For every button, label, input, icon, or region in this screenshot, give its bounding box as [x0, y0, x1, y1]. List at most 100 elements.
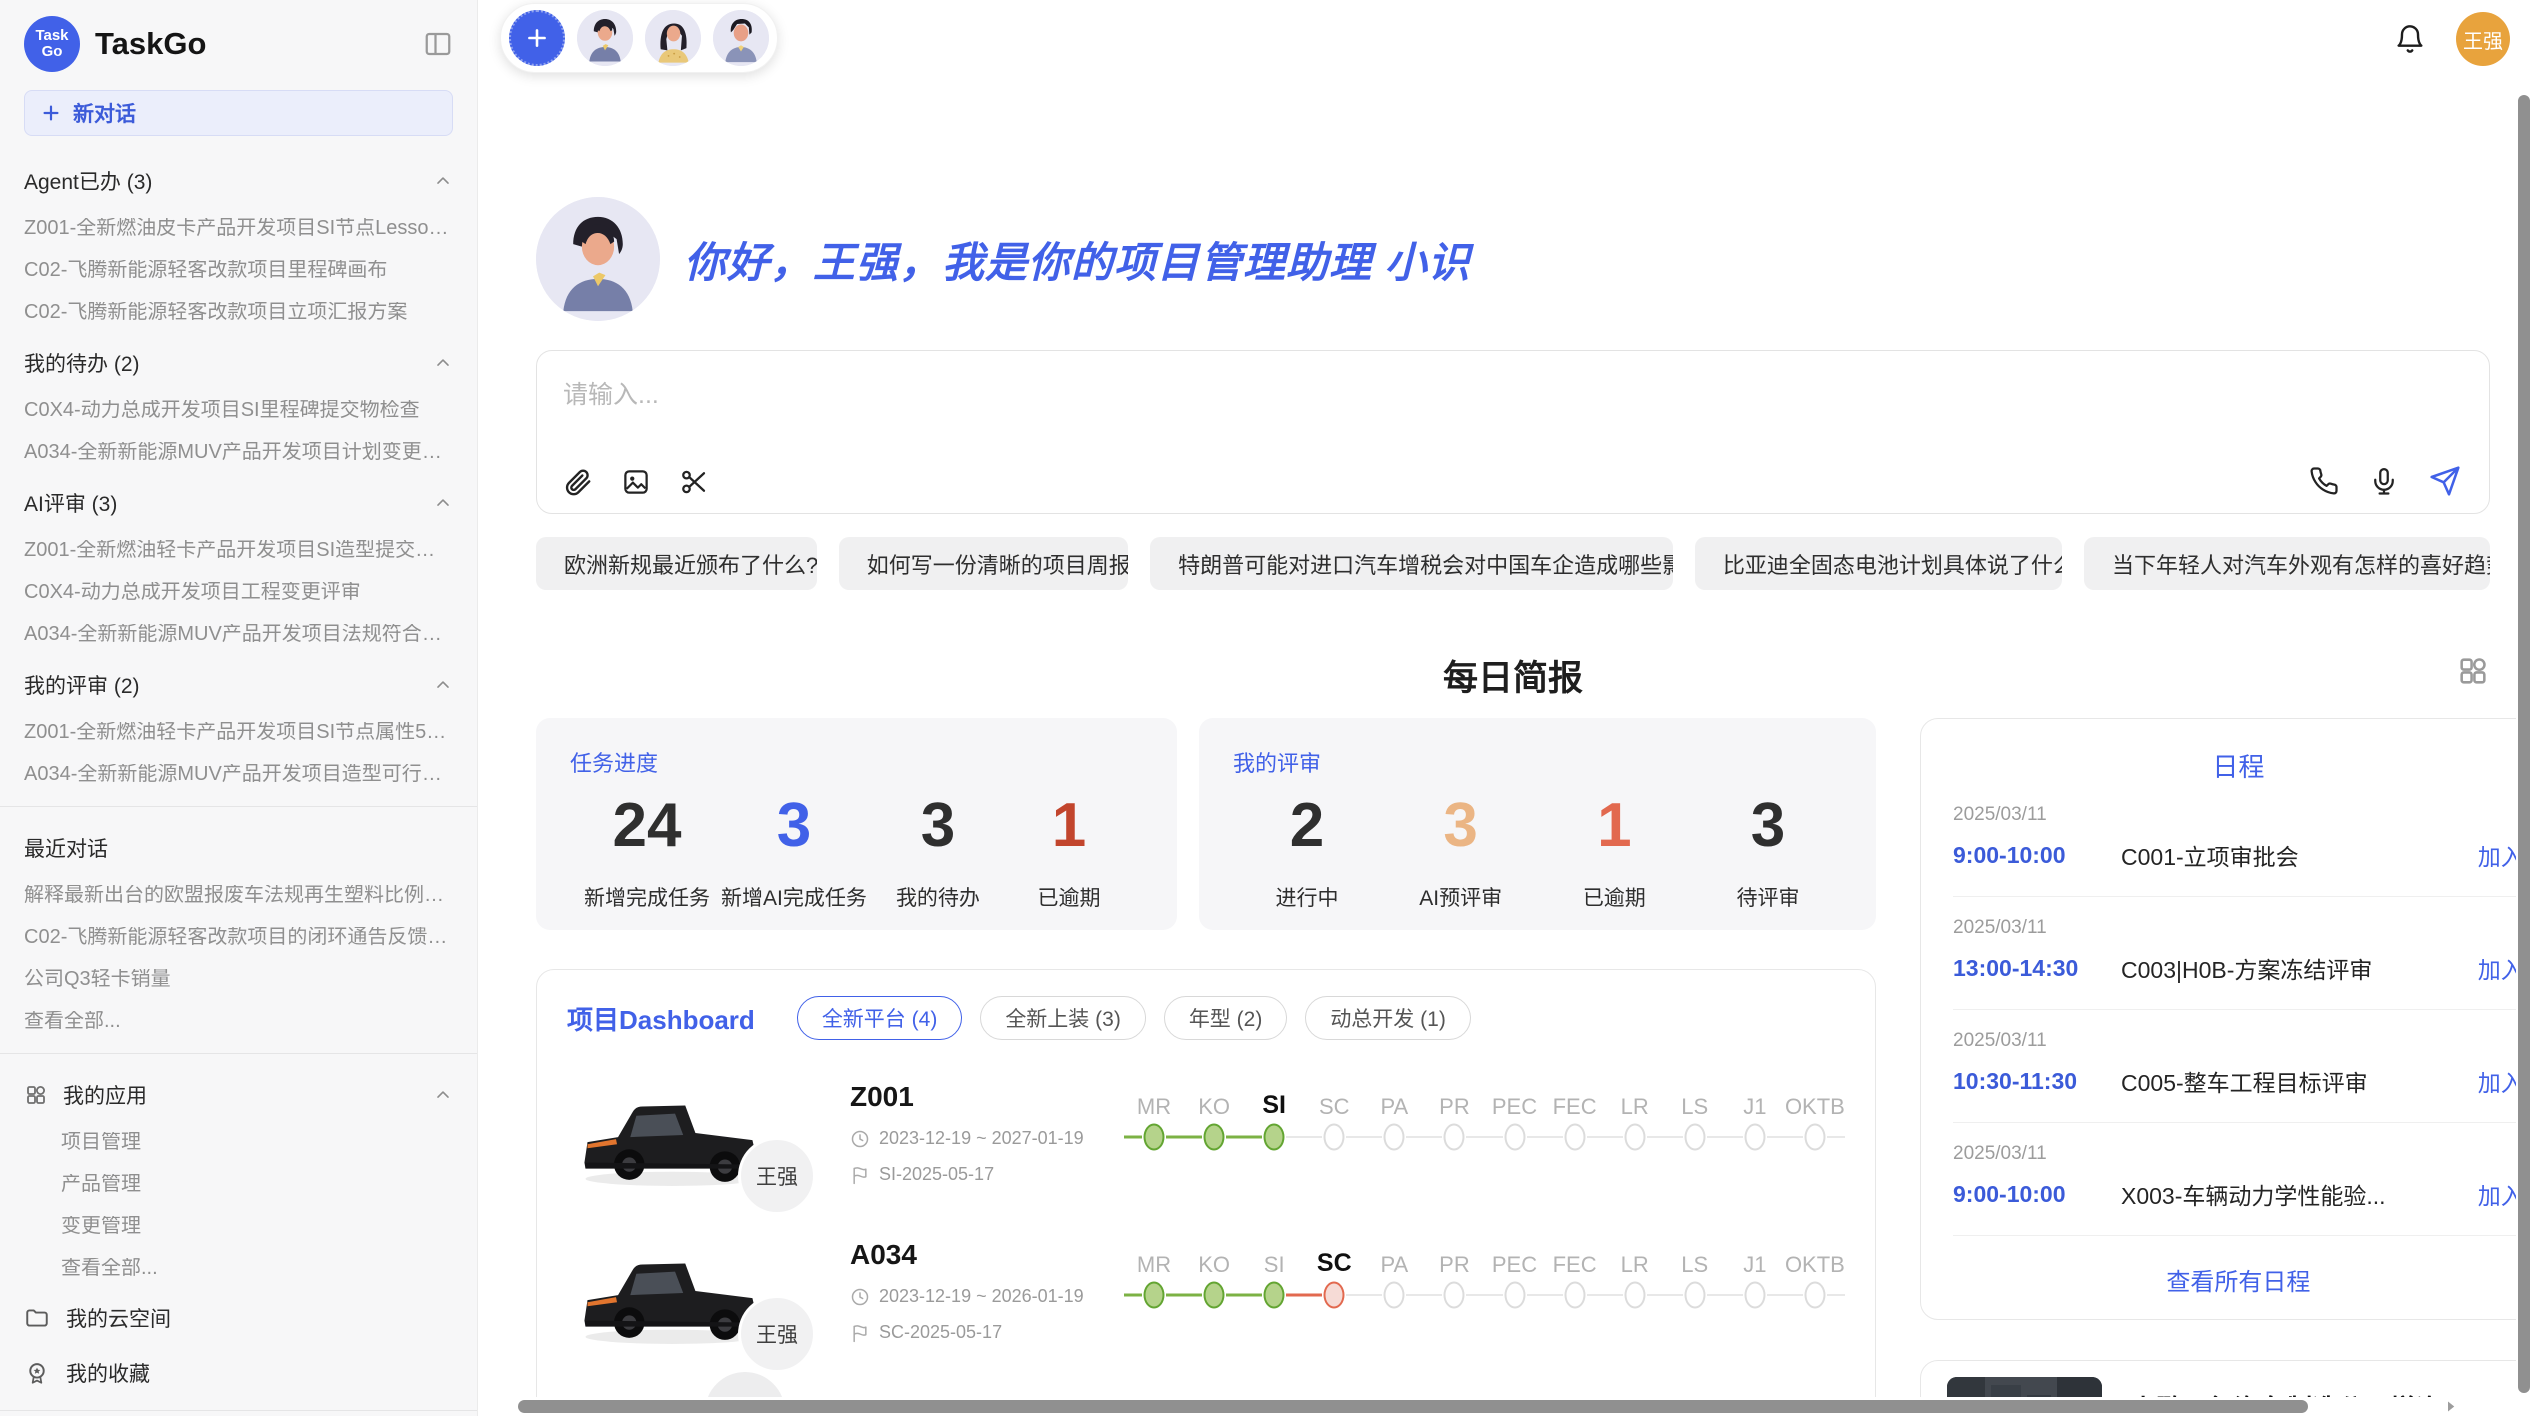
sidebar-item-recent-chat[interactable]: C02-飞腾新能源轻客改款项目的闭环通告反馈情况: [24, 927, 453, 947]
sidebar-item-ai-review[interactable]: Z001-全新燃油轻卡产品开发项目SI造型提交物评审: [24, 540, 453, 560]
sidebar-item-agent-done[interactable]: Z001-全新燃油皮卡产品开发项目SI节点Lesson Learn报告: [24, 218, 453, 238]
stat-value: 1: [1009, 792, 1129, 860]
sidebar-item-my-review[interactable]: Z001-全新燃油轻卡产品开发项目SI节点属性5D文件评审: [24, 722, 453, 742]
chevron-up-icon[interactable]: [433, 353, 453, 373]
vertical-scrollbar-thumb[interactable]: [2518, 95, 2530, 1393]
schedule-event: 2025/03/11 9:00-10:00 X003-车辆动力学性能验... 加…: [1953, 1123, 2524, 1236]
event-name: C003|H0B-方案冻结评审: [2121, 951, 2464, 985]
agent-avatar[interactable]: [645, 10, 701, 66]
suggestion-chip[interactable]: 比亚迪全固态电池计划具体说了什么: [1695, 537, 2062, 590]
milestone-dot-done: [1204, 1282, 1225, 1309]
scroll-right-arrow-icon[interactable]: [2443, 1399, 2458, 1414]
milestone-connector: [1665, 1294, 1683, 1296]
sidebar-item-agent-done[interactable]: C02-飞腾新能源轻客改款项目立项汇报方案: [24, 302, 453, 322]
add-agent-button[interactable]: [509, 10, 565, 66]
milestone-ls: LS: [1665, 1240, 1725, 1312]
sidebar-item-my-review[interactable]: A034-全新新能源MUV产品开发项目造型可行性评审: [24, 764, 453, 784]
milestone-mr: MR: [1124, 1082, 1184, 1154]
agent-avatar[interactable]: [577, 10, 633, 66]
suggestion-chip[interactable]: 欧洲新规最近颁布了什么?: [536, 537, 817, 590]
apps-view-all[interactable]: 查看全部...: [61, 1258, 453, 1278]
sidebar-item-app[interactable]: 项目管理: [61, 1132, 453, 1152]
milestone-label: MR: [1124, 1240, 1184, 1278]
milestone-track: MRKOSISCPAPRPECFECLRLSJ1OKTB: [1124, 1240, 1845, 1312]
schedule-title: 日程: [1953, 747, 2524, 784]
sidebar-link[interactable]: 我的云空间: [24, 1303, 453, 1333]
chevron-up-icon[interactable]: [433, 171, 453, 191]
milestone-pec: PEC: [1484, 1082, 1544, 1154]
section-agent-done-header[interactable]: Agent已办 (3): [24, 166, 453, 196]
milestone-dot-pending: [1504, 1124, 1525, 1151]
dashboard-filter-chip[interactable]: 全新平台 (4): [797, 996, 963, 1040]
stat: 1 已逾期: [1009, 792, 1129, 912]
stat-value: 3: [1401, 792, 1521, 860]
notification-bell-icon[interactable]: [2394, 23, 2426, 55]
milestone-si: SI: [1244, 1082, 1304, 1154]
sidebar-item-recent-chat[interactable]: 公司Q3轻卡销量: [24, 969, 453, 989]
sidebar-item-app[interactable]: 变更管理: [61, 1216, 453, 1236]
stat: 3 待评审: [1708, 792, 1828, 912]
suggestion-chip[interactable]: 当下年轻人对汽车外观有怎样的喜好趋势: [2084, 537, 2490, 590]
milestone-label: PEC: [1484, 1082, 1544, 1120]
milestone-connector: [1166, 1136, 1184, 1139]
event-time: 10:30-11:30: [1953, 1068, 2121, 1095]
send-icon[interactable]: [2429, 465, 2461, 497]
agent-avatar[interactable]: [713, 10, 769, 66]
image-upload-icon[interactable]: [621, 467, 651, 497]
chevron-up-icon[interactable]: [433, 1085, 453, 1105]
new-chat-button[interactable]: 新对话: [24, 90, 453, 136]
sidebar-item-my-todo[interactable]: A034-全新新能源MUV产品开发项目计划变更表编写: [24, 442, 453, 462]
milestone-connector: [1767, 1136, 1785, 1138]
milestone-connector: [1587, 1136, 1605, 1138]
sidebar-scroll-area: Agent已办 (3) Z001-全新燃油皮卡产品开发项目SI节点Lesson …: [0, 140, 477, 1416]
section-my-apps-header[interactable]: 我的应用: [24, 1080, 453, 1110]
milestone-label: PR: [1424, 1082, 1484, 1120]
chat-input[interactable]: [563, 375, 1893, 435]
sidebar-item-my-todo[interactable]: C0X4-动力总成开发项目SI里程碑提交物检查: [24, 400, 453, 420]
section-ai-review-header[interactable]: AI评审 (3): [24, 488, 453, 518]
sidebar-link[interactable]: 我的收藏: [24, 1358, 453, 1388]
section-title: AI评审 (3): [24, 488, 117, 518]
microphone-icon[interactable]: [2369, 466, 2399, 496]
project-row[interactable]: 王强 A034 2023-12-19 ~ 2026-01-19: [567, 1226, 1845, 1356]
dashboard-filter-chip[interactable]: 动总开发 (1): [1305, 996, 1471, 1040]
suggestion-chip[interactable]: 如何写一份清晰的项目周报: [839, 537, 1128, 590]
layout-grid-icon[interactable]: [2456, 654, 2490, 688]
section-my-todo-header[interactable]: 我的待办 (2): [24, 348, 453, 378]
milestone-pr: PR: [1424, 1082, 1484, 1154]
chevron-up-icon[interactable]: [433, 493, 453, 513]
project-date-range: 2023-12-19 ~ 2027-01-19: [879, 1128, 1084, 1149]
sidebar-item-ai-review[interactable]: A034-全新新能源MUV产品开发项目法规符合性评审: [24, 624, 453, 644]
sidebar-item-recent-chat[interactable]: 解释最新出台的欧盟报废车法规再生塑料比例被调至15%...: [24, 885, 453, 905]
divider: [0, 1410, 477, 1411]
user-avatar[interactable]: 王强: [2456, 12, 2510, 66]
milestone-connector: [1545, 1294, 1563, 1296]
dashboard-filter-chip[interactable]: 年型 (2): [1164, 996, 1288, 1040]
dashboard-filter-chip[interactable]: 全新上装 (3): [980, 996, 1146, 1040]
sidebar-collapse-icon[interactable]: [423, 29, 453, 59]
project-vehicle-image: 王强: [567, 1077, 782, 1189]
milestone-connector: [1424, 1136, 1442, 1138]
suggestion-chips: 欧洲新规最近颁布了什么? 如何写一份清晰的项目周报特朗普可能对进口汽车增税会对中国…: [536, 537, 2490, 590]
snippet-scissors-icon[interactable]: [679, 467, 709, 497]
sidebar-header: Task Go TaskGo: [0, 12, 477, 76]
project-owner-avatar: 王强: [738, 1295, 816, 1373]
voice-call-icon[interactable]: [2309, 466, 2339, 496]
sidebar-item-agent-done[interactable]: C02-飞腾新能源轻客改款项目里程碑画布: [24, 260, 453, 280]
milestone-connector: [1827, 1294, 1845, 1296]
recent-view-all[interactable]: 查看全部...: [24, 1011, 453, 1031]
chevron-up-icon[interactable]: [433, 675, 453, 695]
milestone-pec: PEC: [1484, 1240, 1544, 1312]
horizontal-scrollbar-thumb[interactable]: [518, 1400, 2308, 1413]
attachment-icon[interactable]: [563, 467, 593, 497]
suggestion-chip[interactable]: 特朗普可能对进口汽车增税会对中国车企造成哪些影响: [1150, 537, 1673, 590]
sidebar-item-app[interactable]: 产品管理: [61, 1174, 453, 1194]
schedule-view-all-link[interactable]: 查看所有日程: [1953, 1262, 2524, 1297]
sidebar-item-ai-review[interactable]: C0X4-动力总成开发项目工程变更评审: [24, 582, 453, 602]
project-row[interactable]: 王强 Z001 2023-12-19 ~ 2027-01-19: [567, 1068, 1845, 1198]
section-my-review-header[interactable]: 我的评审 (2): [24, 670, 453, 700]
milestone-sc: SC: [1304, 1082, 1364, 1154]
event-name: X003-车辆动力学性能验...: [2121, 1177, 2464, 1211]
stat-label: AI预评审: [1401, 882, 1521, 912]
milestone-connector: [1605, 1294, 1623, 1296]
